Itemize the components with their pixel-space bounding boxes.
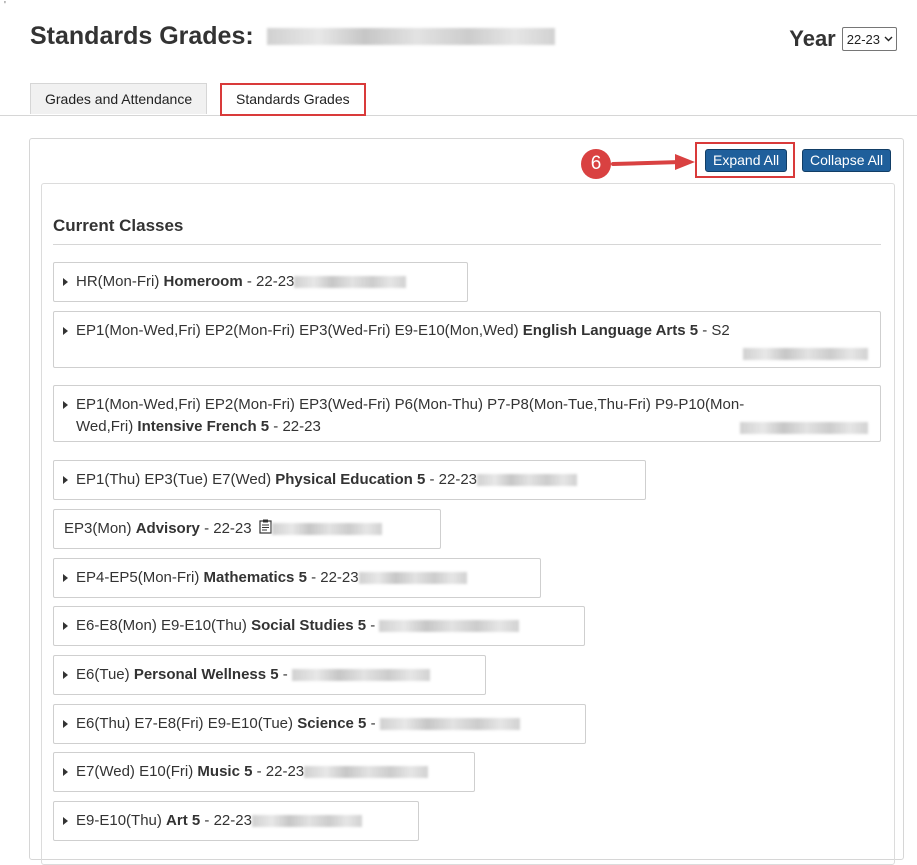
- class-schedule-cont: Wed,Fri): [76, 418, 134, 435]
- teacher-redacted: [251, 815, 362, 828]
- expand-arrow-icon[interactable]: [63, 476, 68, 484]
- page-title-text: Standards Grades:: [30, 22, 254, 50]
- class-term: -: [282, 666, 288, 683]
- class-name: Personal Wellness 5: [133, 666, 279, 683]
- teacher-redacted: [291, 669, 430, 682]
- teacher-redacted: [358, 572, 467, 585]
- class-row-ela[interactable]: EP1(Mon-Wed,Fri) EP2(Mon-Fri) EP3(Wed-Fr…: [53, 311, 881, 368]
- expand-arrow-icon[interactable]: [63, 327, 68, 335]
- expand-arrow-icon[interactable]: [63, 817, 68, 825]
- teacher-redacted: [294, 276, 407, 289]
- class-name: Mathematics 5: [203, 569, 307, 586]
- class-term: - 22-23: [204, 520, 252, 537]
- section-title: Current Classes: [53, 216, 184, 235]
- year-label: Year: [789, 26, 836, 51]
- teacher-redacted: [379, 620, 520, 633]
- expand-arrow-icon[interactable]: [63, 671, 68, 679]
- collapse-all-button[interactable]: Collapse All: [802, 149, 892, 172]
- class-row-math[interactable]: EP4-EP5(Mon-Fri) Mathematics 5 - 22-23: [53, 558, 541, 598]
- expand-arrow-icon[interactable]: [63, 622, 68, 630]
- tab-bar: Grades and Attendance Standards Grades: [0, 83, 917, 116]
- class-schedule: HR(Mon-Fri): [76, 273, 160, 290]
- expand-all-button[interactable]: Expand All: [705, 149, 788, 172]
- class-row-social-studies[interactable]: E6-E8(Mon) E9-E10(Thu) Social Studies 5 …: [53, 606, 585, 646]
- class-name: English Language Arts 5: [522, 322, 699, 339]
- teacher-redacted: [743, 348, 868, 360]
- class-row-personal-wellness[interactable]: E6(Tue) Personal Wellness 5 -: [53, 655, 486, 695]
- corner-mark: ': [4, 0, 6, 11]
- class-schedule: E6-E8(Mon) E9-E10(Thu): [76, 617, 247, 634]
- class-name: Homeroom: [163, 273, 243, 290]
- class-schedule: EP4-EP5(Mon-Fri): [76, 569, 200, 586]
- teacher-redacted: [271, 523, 382, 536]
- class-schedule: E7(Wed) E10(Fri): [76, 763, 194, 780]
- class-row-french[interactable]: EP1(Mon-Wed,Fri) EP2(Mon-Fri) EP3(Wed-Fr…: [53, 385, 881, 442]
- class-schedule: EP1(Mon-Wed,Fri) EP2(Mon-Fri) EP3(Wed-Fr…: [76, 396, 745, 413]
- class-term: - 22-23: [273, 418, 321, 435]
- teacher-redacted: [379, 718, 520, 731]
- class-row-art[interactable]: E9-E10(Thu) Art 5 - 22-23: [53, 801, 419, 841]
- class-term: - 22-23: [429, 471, 478, 488]
- expand-arrow-icon[interactable]: [63, 720, 68, 728]
- class-name: Advisory: [135, 520, 200, 537]
- class-schedule: E9-E10(Thu): [76, 812, 162, 829]
- note-icon[interactable]: [259, 519, 272, 534]
- class-term: - 22-23: [311, 569, 359, 586]
- tab-standards-grades[interactable]: Standards Grades: [220, 83, 366, 116]
- teacher-redacted: [477, 474, 578, 487]
- class-row-music[interactable]: E7(Wed) E10(Fri) Music 5 - 22-23: [53, 752, 475, 792]
- class-name: Science 5: [297, 715, 367, 732]
- expand-arrow-icon[interactable]: [63, 401, 68, 409]
- class-term: - 22-23: [204, 812, 252, 829]
- class-name: Intensive French 5: [137, 418, 270, 435]
- class-term: -: [370, 617, 376, 634]
- section-divider: [53, 244, 881, 245]
- tab-grades-attendance[interactable]: Grades and Attendance: [30, 83, 208, 114]
- class-row-pe[interactable]: EP1(Thu) EP3(Tue) E7(Wed) Physical Educa…: [53, 460, 646, 500]
- year-selector: Year 22-23: [789, 26, 897, 52]
- class-schedule: EP3(Mon): [64, 520, 132, 537]
- class-name: Physical Education 5: [275, 471, 426, 488]
- class-row-homeroom[interactable]: HR(Mon-Fri) Homeroom - 22-23: [53, 262, 468, 302]
- class-schedule: E6(Thu) E7-E8(Fri) E9-E10(Tue): [76, 715, 294, 732]
- teacher-redacted: [740, 422, 868, 434]
- year-select[interactable]: 22-23: [841, 27, 897, 51]
- class-term: - 22-23: [256, 763, 305, 780]
- class-name: Art 5: [166, 812, 201, 829]
- page-title: Standards Grades:: [30, 22, 555, 51]
- annotation-arrow-icon: [611, 154, 695, 170]
- expand-arrow-icon[interactable]: [63, 768, 68, 776]
- class-schedule: EP1(Thu) EP3(Tue) E7(Wed): [76, 471, 272, 488]
- class-schedule: E6(Tue): [76, 666, 130, 683]
- expand-arrow-icon[interactable]: [63, 278, 68, 286]
- expand-arrow-icon[interactable]: [63, 574, 68, 582]
- student-name-redacted: [266, 28, 555, 45]
- class-term: - 22-23: [246, 273, 295, 290]
- class-term: - S2: [702, 322, 730, 339]
- year-select-value: 22-23: [846, 31, 880, 47]
- class-row-science[interactable]: E6(Thu) E7-E8(Fri) E9-E10(Tue) Science 5…: [53, 704, 586, 744]
- class-name: Social Studies 5: [251, 617, 367, 634]
- chevron-down-icon: [884, 36, 893, 42]
- class-row-advisory[interactable]: EP3(Mon) Advisory - 22-23: [53, 509, 441, 549]
- class-schedule: EP1(Mon-Wed,Fri) EP2(Mon-Fri) EP3(Wed-Fr…: [76, 322, 519, 339]
- teacher-redacted: [304, 766, 429, 779]
- class-name: Music 5: [197, 763, 253, 780]
- step-annotation-badge: 6: [581, 149, 611, 179]
- class-term: -: [370, 715, 376, 732]
